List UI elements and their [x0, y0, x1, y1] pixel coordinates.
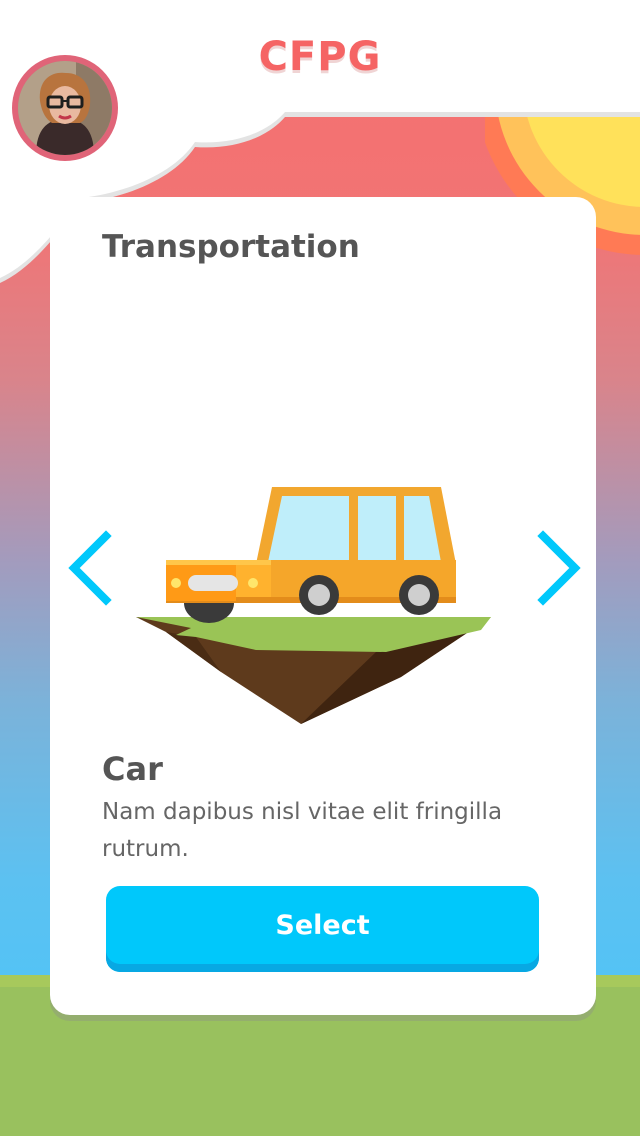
transport-card: Transportation Car Nam dapibus nisl vita… — [50, 197, 596, 1015]
card-title: Transportation — [102, 229, 360, 265]
chevron-left-icon[interactable] — [64, 530, 114, 606]
avatar[interactable] — [12, 55, 118, 161]
screen: CFPG Transportation Car Nam dapibus nisl… — [0, 0, 640, 1136]
select-button[interactable]: Select — [106, 886, 539, 972]
chevron-right-icon[interactable] — [535, 530, 585, 606]
car-illustration-icon — [136, 452, 496, 727]
item-description: Nam dapibus nisl vitae elit fringilla ru… — [102, 799, 503, 862]
user-avatar-icon — [18, 61, 112, 155]
item-name: Car — [102, 750, 163, 788]
